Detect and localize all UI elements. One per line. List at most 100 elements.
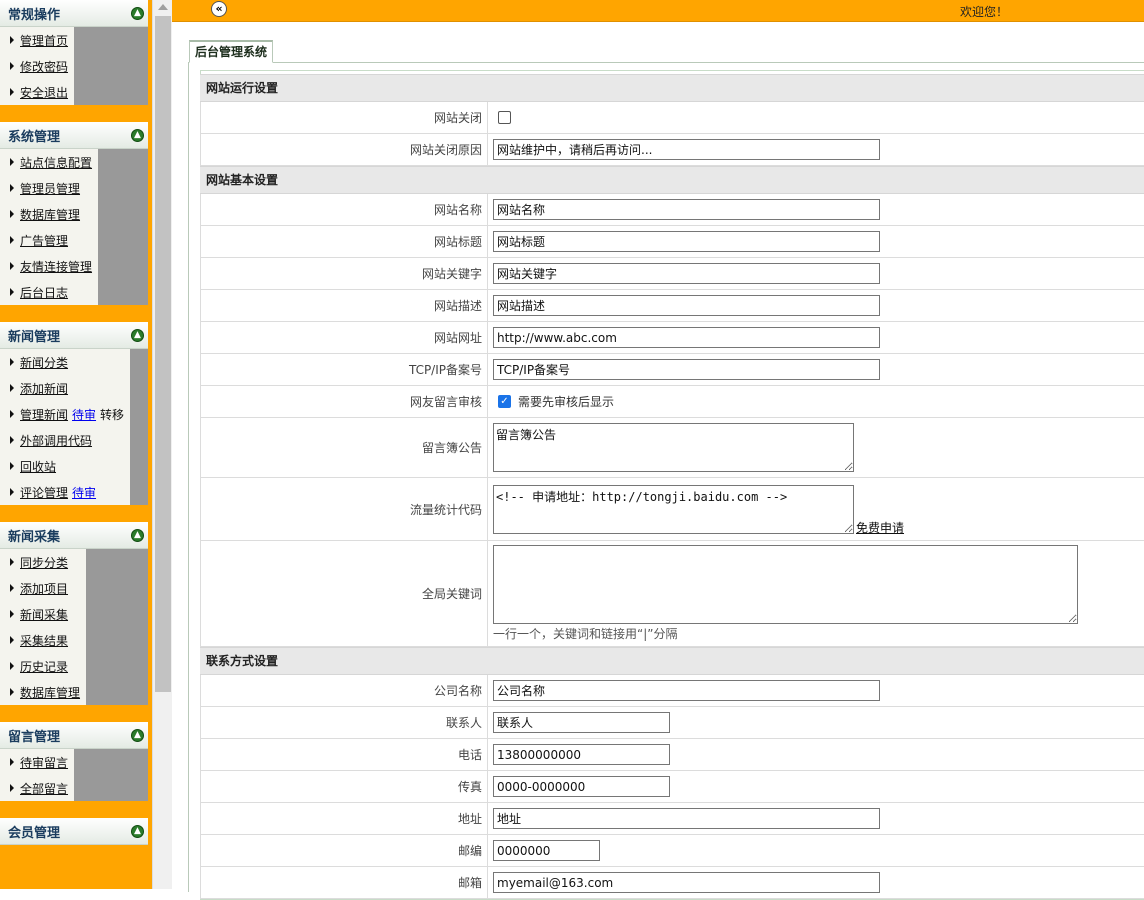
menu-link-manage-news[interactable]: 管理新闻 xyxy=(20,406,68,423)
menu-link-logs[interactable]: 后台日志 xyxy=(20,284,68,301)
site-name-input[interactable] xyxy=(493,199,880,220)
menu-item: 站点信息配置 xyxy=(0,149,98,175)
menu-link-external-code[interactable]: 外部调用代码 xyxy=(20,432,92,449)
menu-list: 新闻分类 添加新闻 管理新闻 待审 转移 外部调用代码 回收站 评论管理 待审 xyxy=(0,349,131,505)
menu-link-friend-links[interactable]: 友情连接管理 xyxy=(20,258,92,275)
site-description-input[interactable] xyxy=(493,295,880,316)
menu-item: 友情连接管理 xyxy=(0,253,98,279)
menu-item: 同步分类 xyxy=(0,549,86,575)
double-chevron-left-icon[interactable]: « xyxy=(211,1,227,17)
bullet-arrow-icon xyxy=(10,436,14,444)
scroll-up-arrow-icon[interactable] xyxy=(158,4,168,10)
collapse-toggle-icon[interactable]: ▲ xyxy=(131,728,144,742)
collapse-toggle-icon[interactable]: ▲ xyxy=(131,824,144,838)
form-row: 网站标题 xyxy=(200,226,1144,258)
menu-group-header[interactable]: 常规操作 ▲ xyxy=(0,0,148,27)
menu-link-recycle-bin[interactable]: 回收站 xyxy=(20,458,56,475)
bullet-arrow-icon xyxy=(10,384,14,392)
field-label: 全局关键词 xyxy=(200,541,488,646)
guestbook-notice-textarea[interactable]: 留言簿公告 xyxy=(493,423,854,472)
menu-link-comments[interactable]: 评论管理 xyxy=(20,484,68,501)
form-row: 网站关闭 xyxy=(200,102,1144,134)
menu-item: 新闻采集 xyxy=(0,601,86,627)
phone-input[interactable] xyxy=(493,744,670,765)
email-input[interactable] xyxy=(493,872,880,893)
bullet-arrow-icon xyxy=(10,462,14,470)
field-label: TCP/IP备案号 xyxy=(200,354,488,385)
site-closed-checkbox[interactable] xyxy=(498,111,511,124)
menu-link-pending-messages[interactable]: 待审留言 xyxy=(20,754,68,771)
sidebar-scrollbar[interactable] xyxy=(152,0,172,889)
menu-link-logout[interactable]: 安全退出 xyxy=(20,84,68,101)
menu-link-database[interactable]: 数据库管理 xyxy=(20,206,80,223)
menu-group-news: 新闻管理 ▲ 新闻分类 添加新闻 管理新闻 待审 转移 外部调用代码 回收站 评论管… xyxy=(0,322,148,505)
menu-group-title: 常规操作 xyxy=(8,7,61,23)
field-label: 网站关键字 xyxy=(200,258,488,289)
collapse-toggle-icon[interactable]: ▲ xyxy=(131,328,144,342)
menu-group-header[interactable]: 系统管理 ▲ xyxy=(0,122,148,149)
menu-link-collect-database[interactable]: 数据库管理 xyxy=(20,684,80,701)
menu-group-header[interactable]: 新闻采集 ▲ xyxy=(0,522,148,549)
menu-group-header[interactable]: 新闻管理 ▲ xyxy=(0,322,148,349)
stats-code-textarea[interactable]: <!-- 申请地址：http://tongji.baidu.com --> xyxy=(493,484,854,534)
menu-link-transfer[interactable]: 转移 xyxy=(100,406,124,423)
menu-group-title: 会员管理 xyxy=(8,825,61,841)
menu-group-collect: 新闻采集 ▲ 同步分类 添加项目 新闻采集 采集结果 历史记录 数据库管理 xyxy=(0,522,148,705)
tab-admin-system[interactable]: 后台管理系统 xyxy=(189,40,274,63)
menu-link-all-messages[interactable]: 全部留言 xyxy=(20,780,68,797)
message-audit-checkbox[interactable]: ✓ xyxy=(498,395,511,408)
collapse-toggle-icon[interactable]: ▲ xyxy=(131,528,144,542)
site-url-input[interactable] xyxy=(493,327,880,348)
menu-link-ads[interactable]: 广告管理 xyxy=(20,232,68,249)
menu-item: 采集结果 xyxy=(0,627,86,653)
settings-form: 网站运行设置 网站关闭 网站关闭原因 网站基本设置 网站名称 网站标题 网站关键… xyxy=(200,74,1144,899)
menu-item: 广告管理 xyxy=(0,227,98,253)
site-title-input[interactable] xyxy=(493,231,880,252)
menu-link-add-news[interactable]: 添加新闻 xyxy=(20,380,68,397)
bullet-arrow-icon xyxy=(10,584,14,592)
menu-link-collect-results[interactable]: 采集结果 xyxy=(20,632,68,649)
menu-group-guestbook: 留言管理 ▲ 待审留言 全部留言 xyxy=(0,722,148,801)
company-name-input[interactable] xyxy=(493,680,880,701)
address-input[interactable] xyxy=(493,808,880,829)
bullet-arrow-icon xyxy=(10,88,14,96)
contact-person-input[interactable] xyxy=(493,712,670,733)
menu-link-home[interactable]: 管理首页 xyxy=(20,32,68,49)
fax-input[interactable] xyxy=(493,776,670,797)
menu-item: 回收站 xyxy=(0,453,130,479)
menu-item: 管理员管理 xyxy=(0,175,98,201)
main-content: 后台管理系统 网站运行设置 网站关闭 网站关闭原因 网站基本设置 网站名称 网站… xyxy=(172,23,1144,900)
menu-link-pending-comments[interactable]: 待审 xyxy=(72,484,96,501)
collapse-toggle-icon[interactable]: ▲ xyxy=(131,128,144,142)
site-keywords-input[interactable] xyxy=(493,263,880,284)
menu-list: 待审留言 全部留言 xyxy=(0,749,75,801)
menu-link-news-category[interactable]: 新闻分类 xyxy=(20,354,68,371)
bullet-arrow-icon xyxy=(10,410,14,418)
form-row: 地址 xyxy=(200,803,1144,835)
close-reason-input[interactable] xyxy=(493,139,880,160)
field-label: 流量统计代码 xyxy=(200,478,488,540)
form-row: 联系人 xyxy=(200,707,1144,739)
global-keywords-textarea[interactable] xyxy=(493,545,1078,624)
menu-link-admin-manage[interactable]: 管理员管理 xyxy=(20,180,80,197)
collapse-toggle-icon[interactable]: ▲ xyxy=(131,6,144,20)
scrollbar-thumb[interactable] xyxy=(155,16,171,692)
menu-group-header[interactable]: 留言管理 ▲ xyxy=(0,722,148,749)
menu-link-sync-category[interactable]: 同步分类 xyxy=(20,554,68,571)
free-apply-link[interactable]: 免费申请 xyxy=(856,519,904,536)
menu-link-add-project[interactable]: 添加项目 xyxy=(20,580,68,597)
menu-group-header[interactable]: 会员管理 ▲ xyxy=(0,818,148,845)
bullet-arrow-icon xyxy=(10,610,14,618)
menu-list: 同步分类 添加项目 新闻采集 采集结果 历史记录 数据库管理 xyxy=(0,549,87,705)
zip-code-input[interactable] xyxy=(493,840,600,861)
menu-link-site-config[interactable]: 站点信息配置 xyxy=(20,154,92,171)
bullet-arrow-icon xyxy=(10,662,14,670)
menu-item: 历史记录 xyxy=(0,653,86,679)
menu-link-pending-news[interactable]: 待审 xyxy=(72,406,96,423)
menu-link-history[interactable]: 历史记录 xyxy=(20,658,68,675)
icp-number-input[interactable] xyxy=(493,359,880,380)
field-label: 联系人 xyxy=(200,707,488,738)
menu-list: 管理首页 修改密码 安全退出 xyxy=(0,27,75,105)
menu-link-change-password[interactable]: 修改密码 xyxy=(20,58,68,75)
menu-link-news-collect[interactable]: 新闻采集 xyxy=(20,606,68,623)
